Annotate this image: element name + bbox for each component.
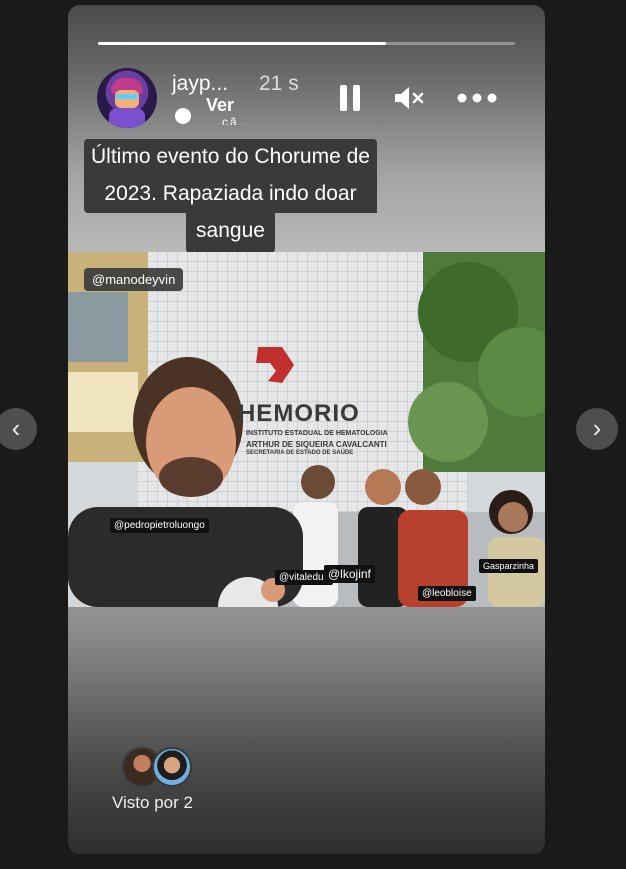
mention-tag[interactable]: @lkojinf [324,565,375,583]
caption-line-3: sangue [186,213,275,253]
avatar-body [109,108,145,128]
viewed-by-label[interactable]: Visto por 2 [112,793,193,813]
mention-tag[interactable]: Gasparzinha [479,559,539,573]
mention-tag[interactable]: @leobloise [418,586,476,601]
story-progress-bar [98,42,515,45]
chevron-left-icon[interactable]: ‹ [0,408,37,450]
building-sign-line-2: ARTHUR DE SIQUEIRA CAVALCANTI [246,440,387,449]
globe-icon [175,108,191,124]
viewer-avatar[interactable] [152,747,192,787]
caption-line-1: Último evento do Chorume de [84,139,377,176]
speaker-muted-icon[interactable] [393,85,425,111]
mention-tag[interactable]: @manodeyvin [84,268,184,291]
more-horizontal-icon[interactable] [457,90,497,106]
caption-line-2: 2023. Rapaziada indo doar [84,176,377,213]
avatar-face [115,90,139,108]
audience-sub: ...çã... [206,115,255,125]
building-sign-line-1: INSTITUTO ESTADUAL DE HEMATOLOGIA [246,430,388,437]
story-photo: HEMORIO INSTITUTO ESTADUAL DE HEMATOLOGI… [68,252,545,607]
story-time: 21 s [259,72,299,95]
building-sign-name: HEMORIO [238,400,360,427]
story-viewer: jayp... 21 s Ver ...çã... Último evento … [68,5,545,854]
building-sign-line-3: SECRETARIA DE ESTADO DE SAÚDE [246,450,354,456]
avatar[interactable] [97,68,157,128]
pause-icon[interactable] [340,85,360,111]
chevron-right-icon[interactable]: › [576,408,618,450]
avatar-glasses [116,94,138,99]
audience-label[interactable]: Ver [206,93,234,117]
mention-tag[interactable]: @pedropietroluongo [110,518,209,533]
story-progress-fill [98,42,386,45]
